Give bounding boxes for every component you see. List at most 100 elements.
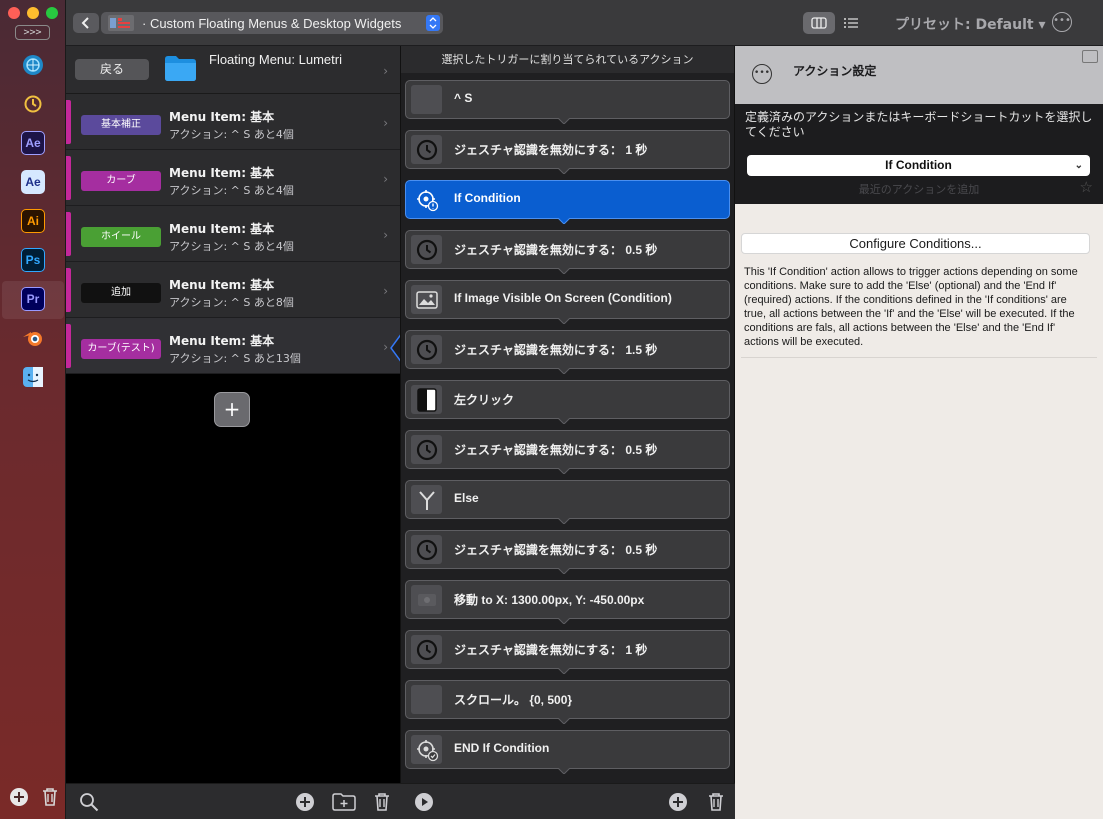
- action-row[interactable]: END If Condition: [405, 730, 730, 774]
- menu-item-tag: 基本補正: [81, 115, 161, 135]
- add-folder-icon[interactable]: [332, 792, 356, 812]
- action-label: Else: [454, 491, 479, 505]
- trash-icon[interactable]: [706, 792, 726, 812]
- action-connector-arrow: [558, 168, 570, 174]
- menu-item-subtitle: アクション: ^ S あと4個: [169, 184, 294, 197]
- action-label: ジェスチャ認識を無効にする： 1 秒: [454, 643, 648, 657]
- menu-item-row-selected[interactable]: カーブ(テスト) Menu Item: 基本 アクション: ^ S あと13個 …: [66, 318, 400, 374]
- chevron-down-icon: ⌄: [1074, 160, 1083, 171]
- action-type-value: If Condition: [885, 158, 952, 172]
- action-row[interactable]: 移動 to X: 1300.00px, Y: -450.00px: [405, 580, 730, 624]
- after-effects-beta-app-icon[interactable]: Ae: [21, 170, 45, 194]
- action-connector-arrow: [558, 318, 570, 324]
- divider: [741, 357, 1097, 358]
- action-connector-arrow: [558, 418, 570, 424]
- clock-icon: [411, 435, 442, 464]
- action-picker-section: 定義済みのアクションまたはキーボードショートカットを選択してください If Co…: [735, 104, 1103, 204]
- ellipsis-icon[interactable]: •••: [752, 64, 772, 84]
- action-row[interactable]: ^ S: [405, 80, 730, 124]
- after-effects-app-icon[interactable]: Ae: [21, 131, 45, 155]
- preset-selector[interactable]: プリセット: Default ▾: [895, 14, 1046, 34]
- window-icon[interactable]: [1082, 50, 1098, 63]
- dock-expand-toggle[interactable]: >>>: [15, 25, 50, 40]
- menu-item-color-stripe: [66, 212, 71, 256]
- add-app-icon[interactable]: [9, 787, 29, 811]
- action-row[interactable]: ジェスチャ認識を無効にする： 0.5 秒: [405, 430, 730, 474]
- add-item-icon[interactable]: [295, 792, 315, 812]
- menu-item-row[interactable]: 基本補正 Menu Item: 基本 アクション: ^ S あと4個 ›: [66, 94, 400, 150]
- add-action-icon[interactable]: [668, 792, 688, 812]
- app-dock: >>> Ae Ae Ai Ps Pr: [0, 0, 66, 819]
- chevron-right-icon: ›: [383, 116, 388, 130]
- menu-item-color-stripe: [66, 100, 71, 144]
- title-bar: · Custom Floating Menus & Desktop Widget…: [66, 0, 1103, 46]
- back-to-menus-button[interactable]: 戻る: [75, 59, 149, 80]
- menu-item-title: Menu Item: 基本: [169, 334, 275, 348]
- action-connector-arrow: [558, 118, 570, 124]
- action-connector-arrow: [558, 218, 570, 224]
- columns-view-icon[interactable]: [803, 12, 835, 34]
- chevron-up-down-icon[interactable]: [426, 15, 440, 31]
- window-title: · Custom Floating Menus & Desktop Widget…: [142, 15, 402, 31]
- menu-item-subtitle: アクション: ^ S あと4個: [169, 240, 294, 253]
- finder-app-icon[interactable]: [21, 365, 45, 389]
- action-label: ジェスチャ認識を無効にする： 1.5 秒: [454, 343, 658, 357]
- star-icon[interactable]: ☆: [1080, 178, 1093, 196]
- condition-icon: [411, 185, 442, 214]
- menu-item-row[interactable]: ホイール Menu Item: 基本 アクション: ^ S あと4個 ›: [66, 206, 400, 262]
- chevron-right-icon: ›: [383, 64, 388, 78]
- action-row[interactable]: 左クリック: [405, 380, 730, 424]
- clock-icon: [411, 535, 442, 564]
- blank-action-icon: [411, 85, 442, 114]
- action-settings-pane: ••• アクション設定 定義済みのアクションまたはキーボードショートカットを選択…: [735, 46, 1103, 819]
- search-icon[interactable]: [79, 792, 99, 812]
- recent-actions-hint: 最近のアクションを追加: [858, 183, 980, 196]
- action-row-selected[interactable]: If Condition: [405, 180, 730, 224]
- action-row[interactable]: スクロール。 {0, 500}: [405, 680, 730, 724]
- action-row[interactable]: Else: [405, 480, 730, 524]
- dock-bottom-toolbar: [9, 787, 59, 811]
- action-row[interactable]: ジェスチャ認識を無効にする： 1 秒: [405, 130, 730, 174]
- network-app-icon[interactable]: [21, 53, 45, 77]
- add-menu-item-button[interactable]: +: [214, 392, 250, 427]
- action-row[interactable]: ジェスチャ認識を無効にする： 0.5 秒: [405, 230, 730, 274]
- action-row[interactable]: ジェスチャ認識を無効にする： 0.5 秒: [405, 530, 730, 574]
- action-label: If Condition: [454, 191, 521, 205]
- list-view-icon[interactable]: [835, 12, 867, 34]
- blender-app-icon[interactable]: [21, 326, 45, 350]
- action-row[interactable]: ジェスチャ認識を無効にする： 1.5 秒: [405, 330, 730, 374]
- play-icon[interactable]: [414, 792, 434, 812]
- action-row[interactable]: If Image Visible On Screen (Condition): [405, 280, 730, 324]
- menu-item-row[interactable]: カーブ Menu Item: 基本 アクション: ^ S あと4個 ›: [66, 150, 400, 206]
- clock-icon: [411, 235, 442, 264]
- zoom-window-button[interactable]: [46, 7, 58, 19]
- action-connector-arrow: [558, 668, 570, 674]
- clock-icon: [411, 635, 442, 664]
- configure-conditions-button[interactable]: Configure Conditions...: [741, 233, 1090, 254]
- menu-item-subtitle: アクション: ^ S あと13個: [169, 352, 301, 365]
- action-connector-arrow: [558, 268, 570, 274]
- trash-icon[interactable]: [372, 792, 392, 812]
- minimize-window-button[interactable]: [27, 7, 39, 19]
- photoshop-app-icon[interactable]: Ps: [21, 248, 45, 272]
- action-label: ^ S: [454, 91, 473, 105]
- action-type-select[interactable]: If Condition ⌄: [747, 155, 1090, 176]
- menu-item-color-stripe: [66, 268, 71, 312]
- action-row[interactable]: ジェスチャ認識を無効にする： 1 秒: [405, 630, 730, 674]
- back-button[interactable]: [73, 13, 99, 33]
- menu-item-tag: カーブ(テスト): [81, 339, 161, 359]
- click-icon: [411, 385, 442, 414]
- illustrator-app-icon[interactable]: Ai: [21, 209, 45, 233]
- app-title-selector[interactable]: · Custom Floating Menus & Desktop Widget…: [101, 12, 443, 34]
- clock-icon: [411, 335, 442, 364]
- ellipsis-icon[interactable]: •••: [1052, 12, 1072, 32]
- menu-item-row[interactable]: 追加 Menu Item: 基本 アクション: ^ S あと8個 ›: [66, 262, 400, 318]
- action-label: 左クリック: [454, 393, 515, 407]
- action-help-text: This 'If Condition' action allows to tri…: [744, 266, 1078, 348]
- premiere-app-icon[interactable]: Pr: [21, 287, 45, 311]
- close-window-button[interactable]: [8, 7, 20, 19]
- chevron-right-icon: ›: [383, 228, 388, 242]
- trash-icon[interactable]: [41, 787, 59, 811]
- timer-app-icon[interactable]: [21, 92, 45, 116]
- action-connector-arrow: [558, 518, 570, 524]
